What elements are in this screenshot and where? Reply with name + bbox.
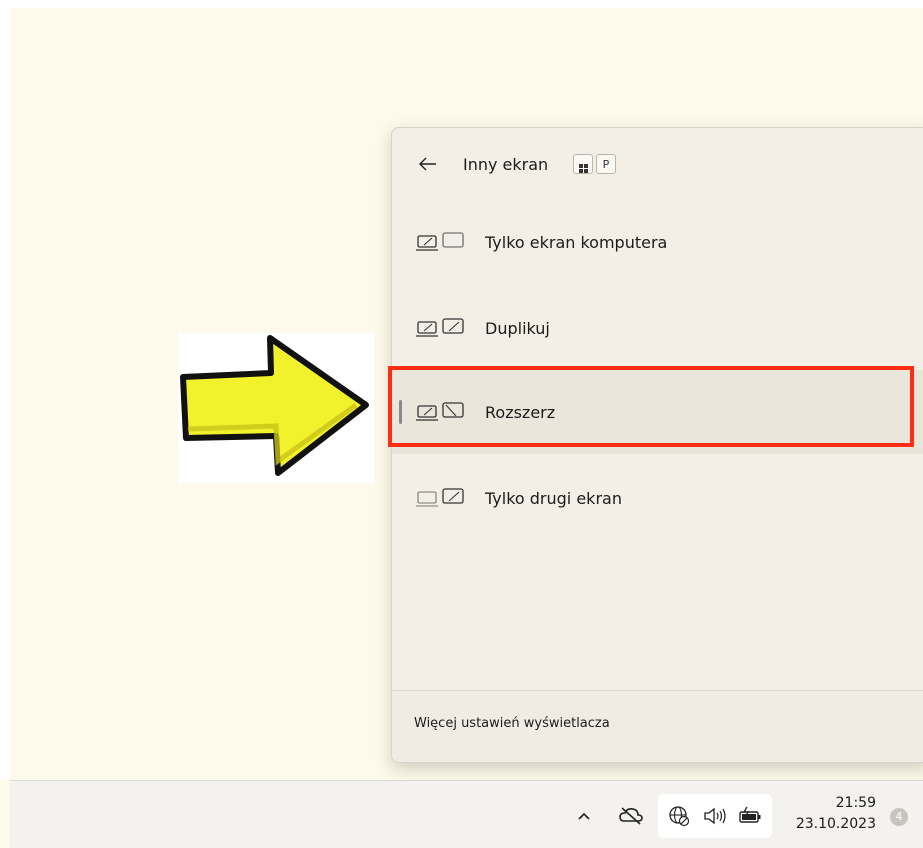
back-arrow-icon	[419, 157, 436, 171]
pointer-arrow-icon	[180, 335, 369, 476]
back-button[interactable]	[414, 150, 442, 178]
taskbar: 21:59 23.10.2023 4	[10, 780, 923, 848]
flyout-footer: Więcej ustawień wyświetlacza	[392, 690, 923, 762]
option-duplicate[interactable]: Duplikuj	[392, 286, 923, 370]
keyboard-shortcut: P	[573, 154, 616, 174]
desktop: Inny ekran P Tylko ekran komputera Dupli…	[0, 0, 923, 848]
onedrive-offline-icon[interactable]	[618, 805, 644, 827]
top-border	[0, 0, 923, 8]
flyout-title: Inny ekran	[463, 155, 549, 174]
option-pc-screen-only[interactable]: Tylko ekran komputera	[392, 200, 923, 284]
left-border	[0, 0, 10, 780]
option-second-screen-only[interactable]: Tylko drugi ekran	[392, 456, 923, 540]
selection-indicator	[399, 400, 402, 424]
volume-icon	[704, 807, 726, 825]
battery-charging-icon	[739, 806, 761, 823]
option-extend[interactable]: Rozszerz	[392, 370, 923, 454]
option-label: Rozszerz	[485, 403, 556, 422]
duplicate-icon	[416, 318, 464, 337]
more-display-settings-link[interactable]: Więcej ustawień wyświetlacza	[414, 716, 610, 731]
p-key: P	[596, 154, 616, 174]
option-label: Tylko ekran komputera	[485, 233, 668, 252]
notification-count-badge[interactable]: 4	[890, 808, 908, 826]
option-label: Tylko drugi ekran	[485, 489, 622, 508]
windows-key-icon	[573, 154, 593, 174]
project-flyout: Inny ekran P Tylko ekran komputera Dupli…	[391, 127, 923, 763]
flyout-header: Inny ekran P	[392, 146, 923, 182]
clock-time: 21:59	[835, 795, 876, 811]
taskbar-clock[interactable]: 21:59 23.10.2023	[780, 793, 876, 835]
second-screen-only-icon	[416, 488, 464, 507]
show-hidden-icons-chevron-icon[interactable]	[575, 807, 593, 825]
arrow-annotation	[178, 333, 374, 483]
quick-settings-button[interactable]	[658, 794, 772, 838]
option-label: Duplikuj	[485, 319, 550, 338]
extend-icon	[416, 402, 464, 421]
pc-screen-only-icon	[416, 232, 464, 251]
network-globe-icon	[669, 806, 690, 827]
clock-date: 23.10.2023	[795, 816, 876, 832]
